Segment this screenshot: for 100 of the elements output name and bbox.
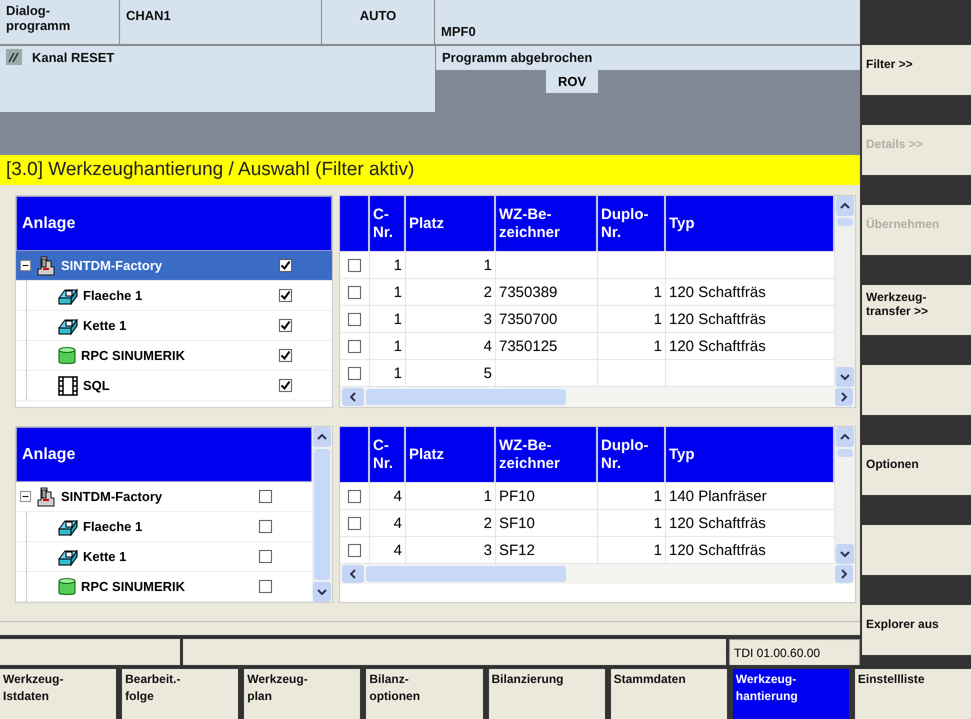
softkey[interactable]: Filter >> [862, 45, 971, 95]
checkbox[interactable] [279, 349, 292, 362]
table-cell: 1 [394, 256, 402, 274]
scroll-left-button[interactable] [342, 388, 364, 406]
scroll-thumb[interactable] [314, 449, 330, 580]
tree-item-label: SINTDM-Factory [61, 258, 164, 273]
table-cell: 120 Schaftfräs [669, 542, 766, 558]
column-header: WZ-Be- zeichner [496, 196, 598, 251]
tree-item[interactable]: Kette 1 [16, 311, 332, 341]
tree-item-label: SQL [83, 378, 111, 393]
tree-item[interactable]: SQL [16, 371, 332, 401]
database-icon [57, 346, 77, 366]
horizontal-scrollbar[interactable] [340, 564, 855, 584]
collapse-icon[interactable] [20, 491, 31, 502]
row-checkbox[interactable] [348, 544, 361, 556]
scroll-down-button[interactable] [313, 582, 331, 602]
row-checkbox[interactable] [348, 258, 361, 272]
tree-item-label: SINTDM-Factory [61, 489, 164, 504]
screen-title: [3.0] Werkzeughantierung / Auswahl (Filter aktiv) [0, 155, 860, 185]
table-cell: 1 [654, 488, 662, 504]
scroll-thumb[interactable] [837, 218, 853, 226]
channel-state: Kanal RESET [32, 50, 114, 64]
table-cell: 4 [394, 542, 402, 558]
tree-heading: Anlage [16, 427, 312, 482]
table-cell: 120 Schaftfräs [669, 514, 766, 532]
row-checkbox[interactable] [348, 490, 361, 502]
checkbox[interactable] [279, 319, 292, 332]
row-checkbox[interactable] [348, 516, 361, 530]
scroll-right-button[interactable] [835, 388, 853, 406]
tree-item[interactable]: Flaeche 1 [16, 512, 312, 542]
table-cell: 120 Schaftfräs [669, 310, 766, 328]
horizontal-scrollbar[interactable] [340, 387, 855, 407]
table-cell: 140 Planfräser [669, 488, 767, 504]
softkey[interactable]: Explorer aus [862, 605, 971, 655]
checkbox[interactable] [259, 520, 272, 533]
scroll-thumb[interactable] [366, 566, 566, 582]
scroll-up-button[interactable] [313, 427, 331, 447]
scroll-up-button[interactable] [836, 427, 854, 447]
softkey-tab[interactable]: Stammdaten [610, 669, 727, 719]
machine-icon [35, 254, 57, 276]
table-cell: 3 [484, 310, 492, 328]
softkey-tab[interactable]: Bearbeit.- folge [122, 669, 238, 719]
scroll-right-button[interactable] [835, 565, 853, 583]
softkey-tab[interactable]: Werkzeug- hantierung [732, 669, 849, 719]
tree-item[interactable]: Flaeche 1 [16, 281, 332, 311]
tree-item[interactable]: RPC SINUMERIK [16, 572, 312, 602]
checkbox[interactable] [279, 379, 292, 392]
scroll-down-button[interactable] [836, 367, 854, 387]
table-cell: 4 [394, 514, 402, 532]
table-cell: 5 [484, 364, 492, 382]
tree-item[interactable]: SINTDM-Factory [16, 251, 332, 281]
column-header: C- Nr. [370, 196, 406, 251]
table-cell: 120 Schaftfräs [669, 284, 766, 300]
table-cell: 1 [654, 542, 662, 558]
softkey-tab[interactable]: Werkzeug- Istdaten [0, 669, 116, 719]
program-state: Programm abgebrochen [436, 46, 860, 70]
scroll-thumb[interactable] [366, 389, 566, 405]
checkbox[interactable] [259, 580, 272, 593]
table-cell: PF10 [499, 488, 535, 504]
table-cell: 120 Schaftfräs [669, 338, 766, 354]
row-checkbox[interactable] [348, 286, 361, 298]
softkey-tab[interactable]: Werkzeug- plan [244, 669, 360, 719]
softkey-tab[interactable]: Bilanzierung [488, 669, 605, 719]
row-checkbox[interactable] [348, 366, 361, 380]
softkey-tab[interactable]: Einstellliste [854, 669, 971, 719]
vertical-scrollbar[interactable] [312, 427, 332, 602]
tree-heading: Anlage [16, 196, 332, 251]
table-cell: 3 [484, 542, 492, 558]
film-strip-icon [57, 376, 79, 396]
checkbox[interactable] [279, 289, 292, 302]
table-cell: 1 [394, 310, 402, 328]
checkbox[interactable] [259, 490, 272, 503]
tree-item[interactable]: SINTDM-Factory [16, 482, 312, 512]
checkbox[interactable] [259, 550, 272, 563]
table-cell: 1 [654, 284, 662, 300]
tree-item-label: Kette 1 [83, 549, 128, 564]
scroll-thumb[interactable] [837, 449, 853, 457]
table-cell: 4 [394, 488, 402, 504]
vertical-scrollbar[interactable] [835, 196, 855, 387]
row-checkbox[interactable] [348, 340, 361, 352]
softkey-tab[interactable]: Bilanz- optionen [366, 669, 482, 719]
softkey[interactable]: Optionen [862, 445, 971, 495]
collapse-icon[interactable] [20, 260, 31, 271]
vertical-scrollbar[interactable] [835, 427, 855, 564]
row-checkbox[interactable] [348, 312, 361, 326]
table-cell: SF12 [499, 542, 535, 558]
tree-item[interactable]: Kette 1 [16, 542, 312, 572]
softkey[interactable]: Werkzeug- transfer >> [862, 285, 971, 335]
scroll-left-button[interactable] [342, 565, 364, 583]
tree-item-label: RPC SINUMERIK [81, 579, 186, 594]
table-cell: 4 [484, 338, 492, 354]
checkbox[interactable] [279, 259, 292, 272]
table-cell: 1 [394, 338, 402, 354]
scroll-up-button[interactable] [836, 196, 854, 216]
table-cell: 1 [484, 488, 492, 504]
column-header: Platz [406, 196, 496, 251]
tree-item[interactable]: RPC SINUMERIK [16, 341, 332, 371]
column-header: Platz [406, 427, 496, 482]
scroll-down-button[interactable] [836, 544, 854, 564]
table-cell: 7350700 [499, 310, 558, 328]
